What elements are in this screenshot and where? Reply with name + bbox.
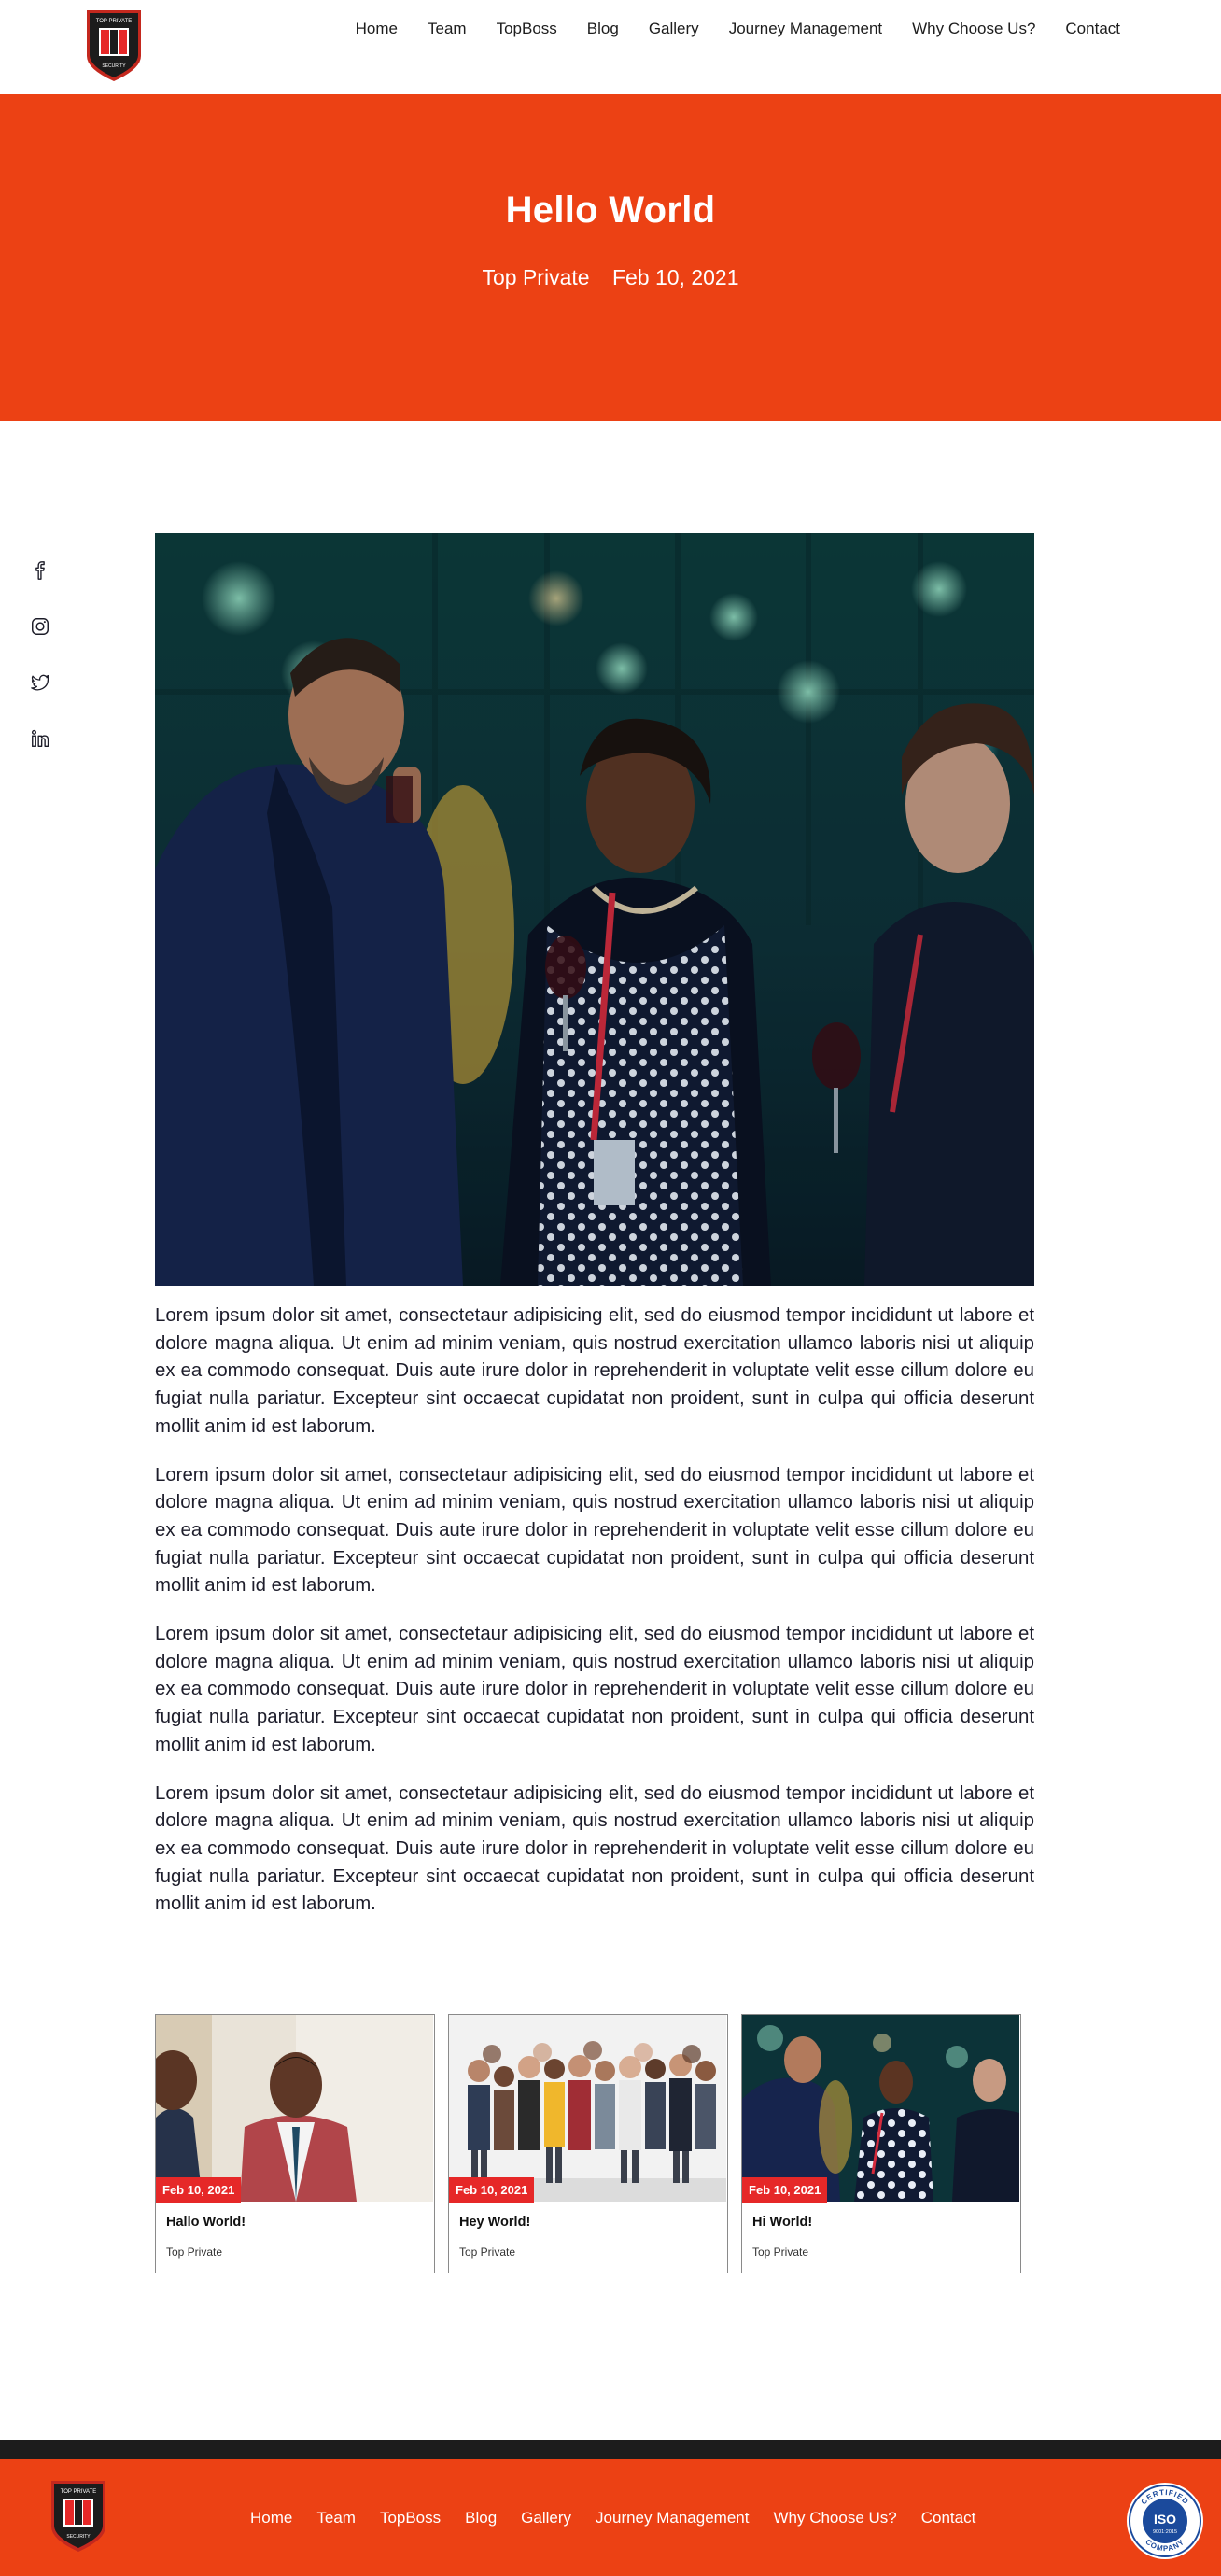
article-paragraph: Lorem ipsum dolor sit amet, consectetaur… [155, 1624, 1034, 1755]
featured-image [155, 533, 1034, 1286]
article-body: Lorem ipsum dolor sit amet, consectetaur… [155, 1302, 1034, 1939]
facebook-icon [35, 561, 45, 580]
shield-logo-icon: TOP PRIVATE SECURITY [51, 2481, 105, 2552]
related-posts: Feb 10, 2021 Hallo World! Top Private Fe… [155, 2014, 1023, 2273]
related-post-title: Hi World! [752, 2215, 813, 2230]
footer-nav-contact[interactable]: Contact [921, 2509, 976, 2527]
nav-topboss[interactable]: TopBoss [497, 20, 557, 38]
svg-text:TOP PRIVATE: TOP PRIVATE [61, 2489, 97, 2495]
svg-text:SECURITY: SECURITY [102, 63, 126, 69]
post-thumbnail [156, 2015, 433, 2202]
related-post-author: Top Private [166, 2245, 223, 2259]
post-date-badge: Feb 10, 2021 [449, 2177, 535, 2203]
nav-blog[interactable]: Blog [587, 20, 619, 38]
post-date-badge: Feb 10, 2021 [742, 2177, 828, 2203]
related-post-title: Hey World! [459, 2215, 531, 2230]
footer-nav-topboss[interactable]: TopBoss [380, 2509, 441, 2527]
post-thumbnail [449, 2015, 726, 2202]
social-share-rail [26, 556, 54, 784]
post-title: Hello World [505, 190, 716, 231]
footer-nav-blog[interactable]: Blog [465, 2509, 497, 2527]
site-logo[interactable]: TOP PRIVATE SECURITY [84, 7, 144, 84]
post-thumbnail [742, 2015, 1019, 2202]
footer-nav-journey-management[interactable]: Journey Management [596, 2509, 749, 2527]
footer-nav-home[interactable]: Home [250, 2509, 292, 2527]
related-post-title: Hallo World! [166, 2215, 246, 2230]
article-paragraph: Lorem ipsum dolor sit amet, consectetaur… [155, 1305, 1034, 1437]
related-post-card[interactable]: Feb 10, 2021 Hi World! Top Private [741, 2014, 1021, 2273]
footer-nav: Home Team TopBoss Blog Gallery Journey M… [250, 2459, 975, 2576]
article-paragraph: Lorem ipsum dolor sit amet, consectetaur… [155, 1782, 1034, 1915]
related-post-card[interactable]: Feb 10, 2021 Hey World! Top Private [448, 2014, 728, 2273]
team-group-photo [449, 2015, 726, 2202]
post-author: Top Private [482, 265, 590, 289]
iso-seal-icon: CERTIFIED COMPANY ISO 9001:2015 [1127, 2483, 1203, 2559]
svg-text:ISO: ISO [1154, 2512, 1176, 2527]
linkedin-icon [31, 729, 49, 747]
instagram-icon [32, 618, 49, 635]
business-toast-photo [742, 2015, 1019, 2202]
post-meta: Top Private Feb 10, 2021 [0, 265, 1221, 290]
related-post-card[interactable]: Feb 10, 2021 Hallo World! Top Private [155, 2014, 435, 2273]
nav-team[interactable]: Team [428, 20, 467, 38]
site-header: TOP PRIVATE SECURITY Home Team TopBoss B… [0, 0, 1221, 94]
twitter-link[interactable] [26, 672, 54, 700]
nav-contact[interactable]: Contact [1065, 20, 1120, 38]
businessmen-photo [156, 2015, 433, 2202]
shield-logo-icon: TOP PRIVATE SECURITY [87, 10, 141, 81]
footer-nav-gallery[interactable]: Gallery [521, 2509, 571, 2527]
svg-text:9001:2015: 9001:2015 [1153, 2529, 1177, 2535]
linkedin-link[interactable] [26, 728, 54, 756]
article-paragraph: Lorem ipsum dolor sit amet, consectetaur… [155, 1464, 1034, 1597]
business-toast-photo [155, 533, 1034, 1286]
related-post-author: Top Private [752, 2245, 809, 2259]
footer-nav-why-choose-us[interactable]: Why Choose Us? [773, 2509, 896, 2527]
post-date-badge: Feb 10, 2021 [156, 2177, 242, 2203]
instagram-link[interactable] [26, 616, 54, 644]
footer-divider [0, 2440, 1221, 2459]
twitter-icon [31, 674, 49, 691]
main-nav: Home Team TopBoss Blog Gallery Journey M… [356, 0, 1120, 58]
nav-gallery[interactable]: Gallery [649, 20, 699, 38]
footer-logo[interactable]: TOP PRIVATE SECURITY [49, 2478, 108, 2555]
related-post-author: Top Private [459, 2245, 516, 2259]
svg-text:SECURITY: SECURITY [66, 2534, 91, 2540]
nav-home[interactable]: Home [356, 20, 398, 38]
nav-why-choose-us[interactable]: Why Choose Us? [912, 20, 1035, 38]
site-footer: TOP PRIVATE SECURITY Home Team TopBoss B… [0, 2459, 1221, 2576]
facebook-link[interactable] [26, 560, 54, 588]
iso-certified-badge: CERTIFIED COMPANY ISO 9001:2015 [1126, 2482, 1204, 2560]
nav-journey-management[interactable]: Journey Management [729, 20, 882, 38]
post-date: Feb 10, 2021 [611, 265, 739, 289]
svg-text:TOP PRIVATE: TOP PRIVATE [96, 19, 133, 24]
footer-nav-team[interactable]: Team [316, 2509, 356, 2527]
post-hero: Hello World Top Private Feb 10, 2021 [0, 94, 1221, 421]
